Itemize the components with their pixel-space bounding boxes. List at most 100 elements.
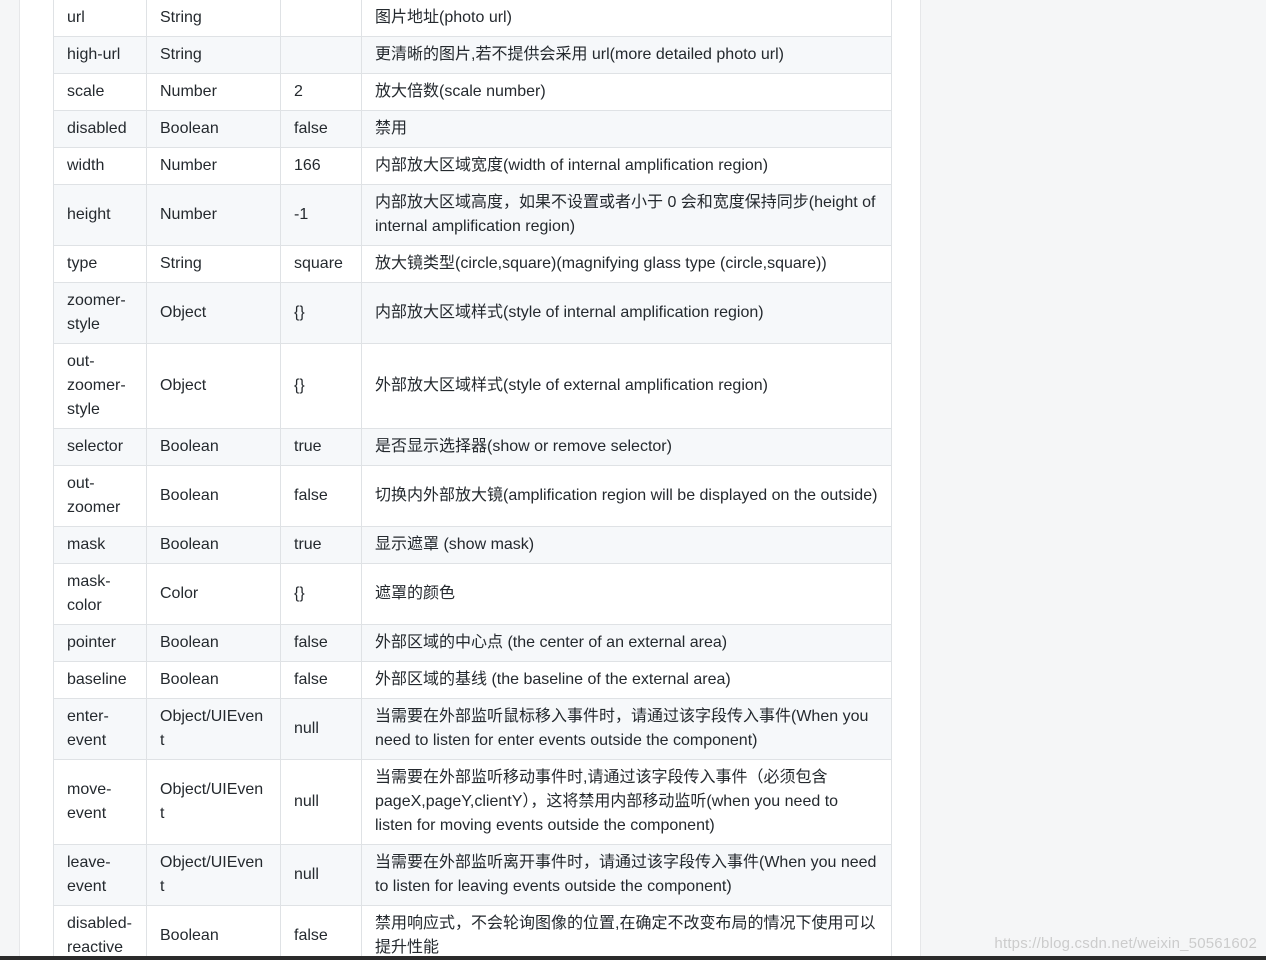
- table-row: mask-color Color{} 遮罩的颜色: [53, 563, 892, 625]
- table-row: enter-event Object/UIEvent null 当需要在外部监听鼠标移…: [53, 698, 892, 760]
- table-row: selector Boolean true 是否显示选择器(show or remov…: [53, 428, 892, 466]
- prop-type-cell: Boolean: [146, 428, 281, 466]
- prop-type-cell: String: [146, 245, 281, 283]
- props-table: url String 图片地址(photo url) high-url String 更清…: [53, 0, 892, 960]
- table-row: height Number -1 内部放大区域高度，如果不设置或者小于 0 会和宽度保…: [53, 184, 892, 246]
- prop-name-cell: out-zoomer-style: [53, 343, 147, 429]
- prop-default-cell: {}: [280, 563, 362, 625]
- prop-description-cell: 内部放大区域宽度(width of internal amplification…: [361, 147, 892, 185]
- table-row: move-event Object/UIEvent null 当需要在外部监听移动事件…: [53, 759, 892, 845]
- prop-name-cell: mask-color: [53, 563, 147, 625]
- prop-description-cell: 当需要在外部监听离开事件时，请通过该字段传入事件(When you need t…: [361, 844, 892, 906]
- prop-default-cell: {}: [280, 282, 362, 344]
- prop-type-cell: Color: [146, 563, 281, 625]
- table-row: zoomer-style Object{} 内部放大区域样式(style of in…: [53, 282, 892, 344]
- prop-default-cell: -1: [280, 184, 362, 246]
- prop-default-cell: null: [280, 844, 362, 906]
- prop-default-cell: null: [280, 698, 362, 760]
- prop-type-cell: Object/UIEvent: [146, 698, 281, 760]
- prop-name-cell: type: [53, 245, 147, 283]
- prop-default-cell: {}: [280, 343, 362, 429]
- table-row: url String 图片地址(photo url): [53, 0, 892, 37]
- prop-default-cell: true: [280, 526, 362, 564]
- prop-description-cell: 显示遮罩 (show mask): [361, 526, 892, 564]
- prop-default-cell: false: [280, 465, 362, 527]
- prop-name-cell: out-zoomer: [53, 465, 147, 527]
- prop-description-cell: 禁用: [361, 110, 892, 148]
- prop-name-cell: mask: [53, 526, 147, 564]
- prop-name-cell: leave-event: [53, 844, 147, 906]
- prop-default-cell: null: [280, 759, 362, 845]
- prop-type-cell: String: [146, 0, 281, 37]
- prop-type-cell: String: [146, 36, 281, 74]
- prop-description-cell: 放大镜类型(circle,square)(magnifying glass ty…: [361, 245, 892, 283]
- table-row: high-url String 更清晰的图片,若不提供会采用 url(more de…: [53, 36, 892, 74]
- prop-type-cell: Number: [146, 73, 281, 111]
- prop-description-cell: 内部放大区域高度，如果不设置或者小于 0 会和宽度保持同步(height of …: [361, 184, 892, 246]
- prop-type-cell: Object/UIEvent: [146, 844, 281, 906]
- bottom-edge-bar: [0, 956, 1266, 960]
- prop-description-cell: 遮罩的颜色: [361, 563, 892, 625]
- table-row: out-zoomer Boolean false 切换内外部放大镜(amplifica…: [53, 465, 892, 527]
- prop-description-cell: 是否显示选择器(show or remove selector): [361, 428, 892, 466]
- prop-default-cell: square: [280, 245, 362, 283]
- table-row: pointer Boolean false 外部区域的中心点 (the center …: [53, 624, 892, 662]
- prop-name-cell: url: [53, 0, 147, 37]
- watermark-text: https://blog.csdn.net/weixin_50561602: [994, 935, 1257, 952]
- prop-default-cell: false: [280, 905, 362, 960]
- prop-type-cell: Boolean: [146, 624, 281, 662]
- prop-default-cell: false: [280, 110, 362, 148]
- prop-default-cell: 166: [280, 147, 362, 185]
- prop-description-cell: 图片地址(photo url): [361, 0, 892, 37]
- prop-default-cell: [280, 36, 362, 74]
- prop-type-cell: Object: [146, 282, 281, 344]
- props-table-body: url String 图片地址(photo url) high-url String 更清…: [53, 0, 892, 960]
- prop-type-cell: Boolean: [146, 905, 281, 960]
- prop-name-cell: disabled: [53, 110, 147, 148]
- table-row: width Number 166 内部放大区域宽度(width of internal…: [53, 147, 892, 185]
- prop-default-cell: false: [280, 624, 362, 662]
- prop-description-cell: 外部放大区域样式(style of external amplification…: [361, 343, 892, 429]
- prop-type-cell: Object/UIEvent: [146, 759, 281, 845]
- table-row: scale Number 2 放大倍数(scale number): [53, 73, 892, 111]
- prop-default-cell: 2: [280, 73, 362, 111]
- prop-name-cell: high-url: [53, 36, 147, 74]
- prop-description-cell: 更清晰的图片,若不提供会采用 url(more detailed photo u…: [361, 36, 892, 74]
- prop-description-cell: 外部区域的基线 (the baseline of the external ar…: [361, 661, 892, 699]
- prop-name-cell: width: [53, 147, 147, 185]
- prop-type-cell: Object: [146, 343, 281, 429]
- prop-name-cell: move-event: [53, 759, 147, 845]
- prop-default-cell: false: [280, 661, 362, 699]
- prop-type-cell: Number: [146, 184, 281, 246]
- table-row: mask Boolean true 显示遮罩 (show mask): [53, 526, 892, 564]
- prop-type-cell: Boolean: [146, 110, 281, 148]
- prop-name-cell: selector: [53, 428, 147, 466]
- prop-description-cell: 内部放大区域样式(style of internal amplification…: [361, 282, 892, 344]
- prop-name-cell: disabled-reactive: [53, 905, 147, 960]
- prop-description-cell: 禁用响应式，不会轮询图像的位置,在确定不改变布局的情况下使用可以提升性能: [361, 905, 892, 960]
- prop-description-cell: 切换内外部放大镜(amplification region will be di…: [361, 465, 892, 527]
- table-row: out-zoomer-style Object{} 外部放大区域样式(style o…: [53, 343, 892, 429]
- prop-name-cell: zoomer-style: [53, 282, 147, 344]
- prop-description-cell: 当需要在外部监听鼠标移入事件时，请通过该字段传入事件(When you need…: [361, 698, 892, 760]
- prop-description-cell: 放大倍数(scale number): [361, 73, 892, 111]
- prop-description-cell: 当需要在外部监听移动事件时,请通过该字段传入事件（必须包含 pageX,page…: [361, 759, 892, 845]
- table-row: disabled-reactive Boolean false 禁用响应式，不会轮询图…: [53, 905, 892, 960]
- prop-type-cell: Boolean: [146, 465, 281, 527]
- table-row: leave-event Object/UIEvent null 当需要在外部监听离开事…: [53, 844, 892, 906]
- prop-name-cell: baseline: [53, 661, 147, 699]
- table-row: baseline Boolean false 外部区域的基线 (the baselin…: [53, 661, 892, 699]
- prop-name-cell: scale: [53, 73, 147, 111]
- prop-default-cell: true: [280, 428, 362, 466]
- prop-default-cell: [280, 0, 362, 37]
- prop-name-cell: enter-event: [53, 698, 147, 760]
- prop-type-cell: Number: [146, 147, 281, 185]
- prop-name-cell: pointer: [53, 624, 147, 662]
- prop-type-cell: Boolean: [146, 526, 281, 564]
- table-row: type String square 放大镜类型(circle,square)(mag…: [53, 245, 892, 283]
- table-row: disabled Boolean false 禁用: [53, 110, 892, 148]
- prop-name-cell: height: [53, 184, 147, 246]
- prop-type-cell: Boolean: [146, 661, 281, 699]
- prop-description-cell: 外部区域的中心点 (the center of an external area…: [361, 624, 892, 662]
- content-card: url String 图片地址(photo url) high-url String 更清…: [19, 0, 921, 960]
